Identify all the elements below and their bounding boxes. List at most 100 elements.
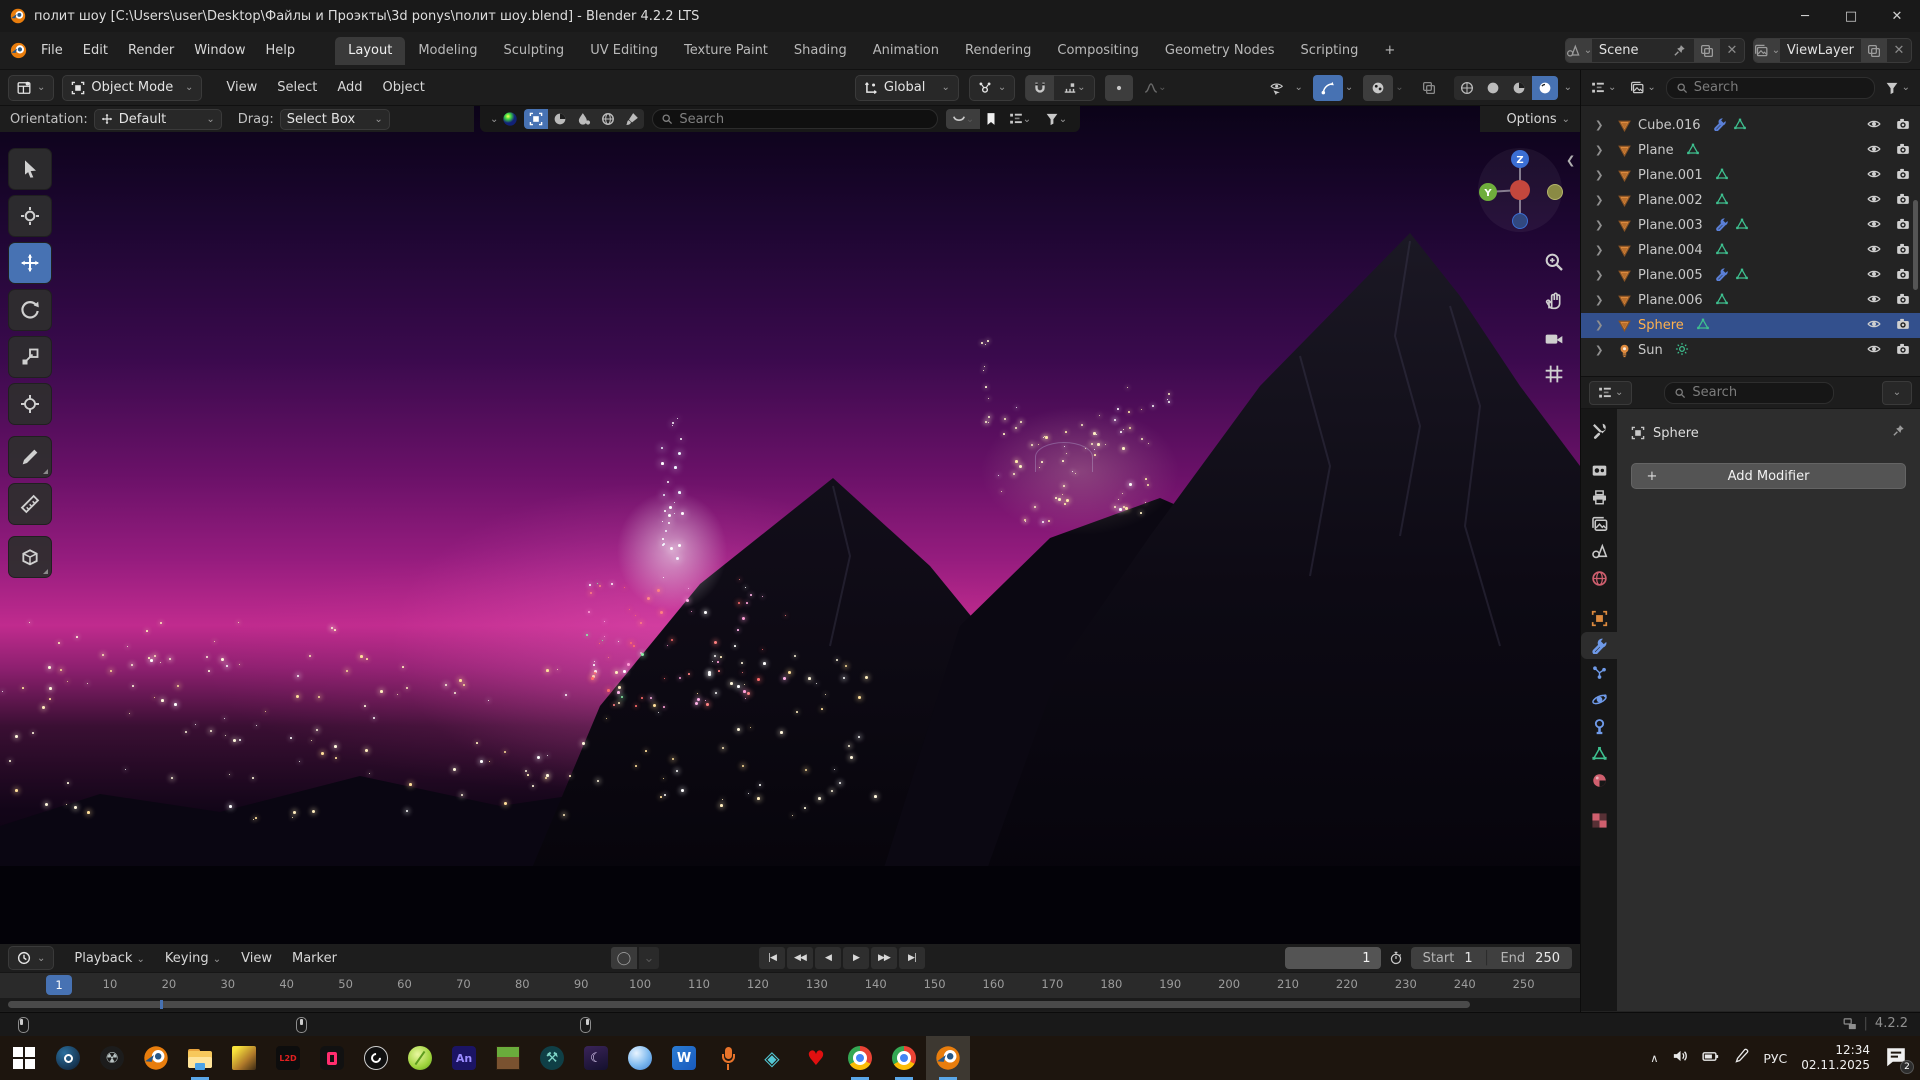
tool-move[interactable] [8, 242, 52, 284]
properties-tab-constraints[interactable] [1581, 713, 1617, 740]
object-name[interactable]: Plane.001 [1638, 168, 1703, 183]
properties-editor-type[interactable]: ⌄ [1589, 381, 1632, 405]
tool-annotate[interactable] [8, 436, 52, 478]
properties-tab-data[interactable] [1581, 740, 1617, 767]
clock[interactable]: 12:3402.11.2025 [1801, 1043, 1870, 1073]
outliner-row-plane-005[interactable]: ❯Plane.005 [1581, 263, 1920, 288]
brush-filter-toggle[interactable] [620, 109, 644, 129]
viewport-menu-add[interactable]: Add [327, 76, 372, 99]
properties-tab-view-layer[interactable] [1581, 511, 1617, 538]
shading-wireframe-button[interactable] [1454, 76, 1480, 100]
camera-view-icon[interactable] [1544, 328, 1566, 350]
object-name[interactable]: Plane.003 [1638, 218, 1703, 233]
outliner-row-plane-003[interactable]: ❯Plane.003 [1581, 213, 1920, 238]
tool-transform[interactable] [8, 383, 52, 425]
workspace-tab-shading[interactable]: Shading [781, 37, 860, 65]
object-name[interactable]: Plane.004 [1638, 243, 1703, 258]
options-button[interactable]: Options [1506, 112, 1556, 127]
hide-in-viewport-toggle[interactable] [1861, 267, 1881, 285]
end-frame-field[interactable]: 250 [1535, 951, 1560, 966]
jump-to-end-button[interactable]: ▶| [899, 947, 925, 969]
shading-solid-button[interactable] [1480, 76, 1506, 100]
disable-in-renders-toggle[interactable] [1890, 292, 1910, 310]
timeline-ruler[interactable]: 1102030405060708090100110120130140150160… [0, 972, 1580, 998]
disable-in-renders-toggle[interactable] [1890, 167, 1910, 185]
taskbar-app-hammer[interactable]: ⚒ [530, 1036, 574, 1080]
taskbar-app-sphere[interactable] [618, 1036, 662, 1080]
fluid-filter-toggle[interactable] [572, 109, 596, 129]
collapse-chevron-icon[interactable]: ⌄ [490, 114, 498, 125]
workspace-tab-compositing[interactable]: Compositing [1044, 37, 1152, 65]
expand-icon[interactable]: ❯ [1595, 345, 1611, 356]
outliner-row-sphere[interactable]: ❯Sphere [1581, 313, 1920, 338]
disable-in-renders-toggle[interactable] [1890, 317, 1910, 335]
object-name[interactable]: Cube.015 [1638, 106, 1701, 107]
properties-tab-scene[interactable] [1581, 538, 1617, 565]
gizmos-toggle[interactable] [1313, 75, 1343, 101]
navigation-gizmo[interactable]: Z Y [1474, 142, 1566, 234]
maximize-button[interactable]: □ [1828, 0, 1874, 32]
tool-measure[interactable] [8, 483, 52, 525]
taskbar-app-nuclear[interactable]: ☢ [90, 1036, 134, 1080]
expand-icon[interactable]: ❯ [1595, 320, 1611, 331]
jump-to-start-button[interactable]: |◀ [759, 947, 785, 969]
3d-viewport[interactable]: Orientation: Default ⌄ Drag: Select Box … [0, 106, 1580, 944]
taskbar-app-mic[interactable] [706, 1036, 750, 1080]
taskbar-app-square-app[interactable] [310, 1036, 354, 1080]
curve-toggle[interactable]: ⌄ [946, 109, 980, 129]
add-workspace-button[interactable]: + [1371, 37, 1408, 65]
new-viewlayer-button[interactable] [1861, 39, 1887, 62]
hide-in-viewport-toggle[interactable] [1861, 242, 1881, 260]
properties-tab-modifiers[interactable] [1581, 632, 1617, 659]
transform-orientation-selector[interactable]: Global⌄ [855, 75, 959, 101]
expand-icon[interactable]: ❯ [1595, 170, 1611, 181]
object-name[interactable]: Plane.006 [1638, 293, 1703, 308]
outliner-scrollbar[interactable] [1913, 200, 1918, 290]
taskbar-app-minecraft[interactable] [486, 1036, 530, 1080]
sidebar-collapse-arrow[interactable]: ❮ [1566, 154, 1575, 167]
taskbar-app-animate[interactable]: An [442, 1036, 486, 1080]
outliner-row-plane[interactable]: ❯Plane [1581, 138, 1920, 163]
xray-toggle[interactable] [1414, 75, 1444, 101]
expand-icon[interactable]: ❯ [1595, 295, 1611, 306]
timeline-scrollbar[interactable] [8, 1001, 1470, 1008]
tool-cursor[interactable] [8, 195, 52, 237]
viewport-menu-object[interactable]: Object [373, 76, 435, 99]
outliner-row-plane-004[interactable]: ❯ Plane.004 [1581, 238, 1920, 263]
properties-tab-object[interactable] [1581, 605, 1617, 632]
object-name[interactable]: Sun [1638, 343, 1663, 358]
next-keyframe-button[interactable]: ▶▶ [871, 947, 897, 969]
gizmo-neg-z-axis[interactable] [1513, 214, 1528, 229]
current-frame-badge[interactable]: 1 [46, 975, 72, 995]
outliner-display-mode[interactable]: ⌄ [1587, 75, 1620, 101]
taskbar-app-lime[interactable] [398, 1036, 442, 1080]
outliner-row-sun[interactable]: ❯ Sun [1581, 338, 1920, 363]
pin-icon[interactable] [1666, 39, 1694, 62]
disable-in-renders-toggle[interactable] [1890, 267, 1910, 285]
pen-icon[interactable] [1733, 1048, 1749, 1068]
editor-type-button[interactable]: ⌄ [8, 75, 54, 101]
timeline-menu-keying[interactable]: Keying ⌄ [155, 947, 231, 970]
material-preview-icon[interactable] [502, 111, 518, 127]
tool-rotate[interactable] [8, 289, 52, 331]
world-filter-toggle[interactable] [596, 109, 620, 129]
properties-tab-particles[interactable] [1581, 659, 1617, 686]
expand-icon[interactable]: ❯ [1595, 245, 1611, 256]
gizmo-x-axis[interactable] [1510, 180, 1530, 200]
show-object-types-icon[interactable] [1262, 75, 1292, 101]
properties-search-input[interactable]: Search [1664, 382, 1834, 404]
tool-scale[interactable] [8, 336, 52, 378]
menu-help[interactable]: Help [256, 39, 306, 62]
disable-in-renders-toggle[interactable] [1890, 217, 1910, 235]
properties-tab-tool[interactable] [1581, 417, 1617, 444]
taskbar-app-explorer[interactable] [178, 1036, 222, 1080]
gizmo-neg-y-axis[interactable] [1548, 185, 1563, 200]
taskbar-app-blender[interactable] [926, 1036, 970, 1080]
taskbar-app-word[interactable]: W [662, 1036, 706, 1080]
menu-render[interactable]: Render [118, 39, 184, 62]
outliner-row-plane-002[interactable]: ❯Plane.002 [1581, 188, 1920, 213]
tool-add-cube[interactable] [8, 536, 52, 578]
menu-file[interactable]: File [31, 39, 73, 62]
hide-in-viewport-toggle[interactable] [1861, 167, 1881, 185]
outliner-filter-mode[interactable]: ⌄ [1626, 75, 1659, 101]
